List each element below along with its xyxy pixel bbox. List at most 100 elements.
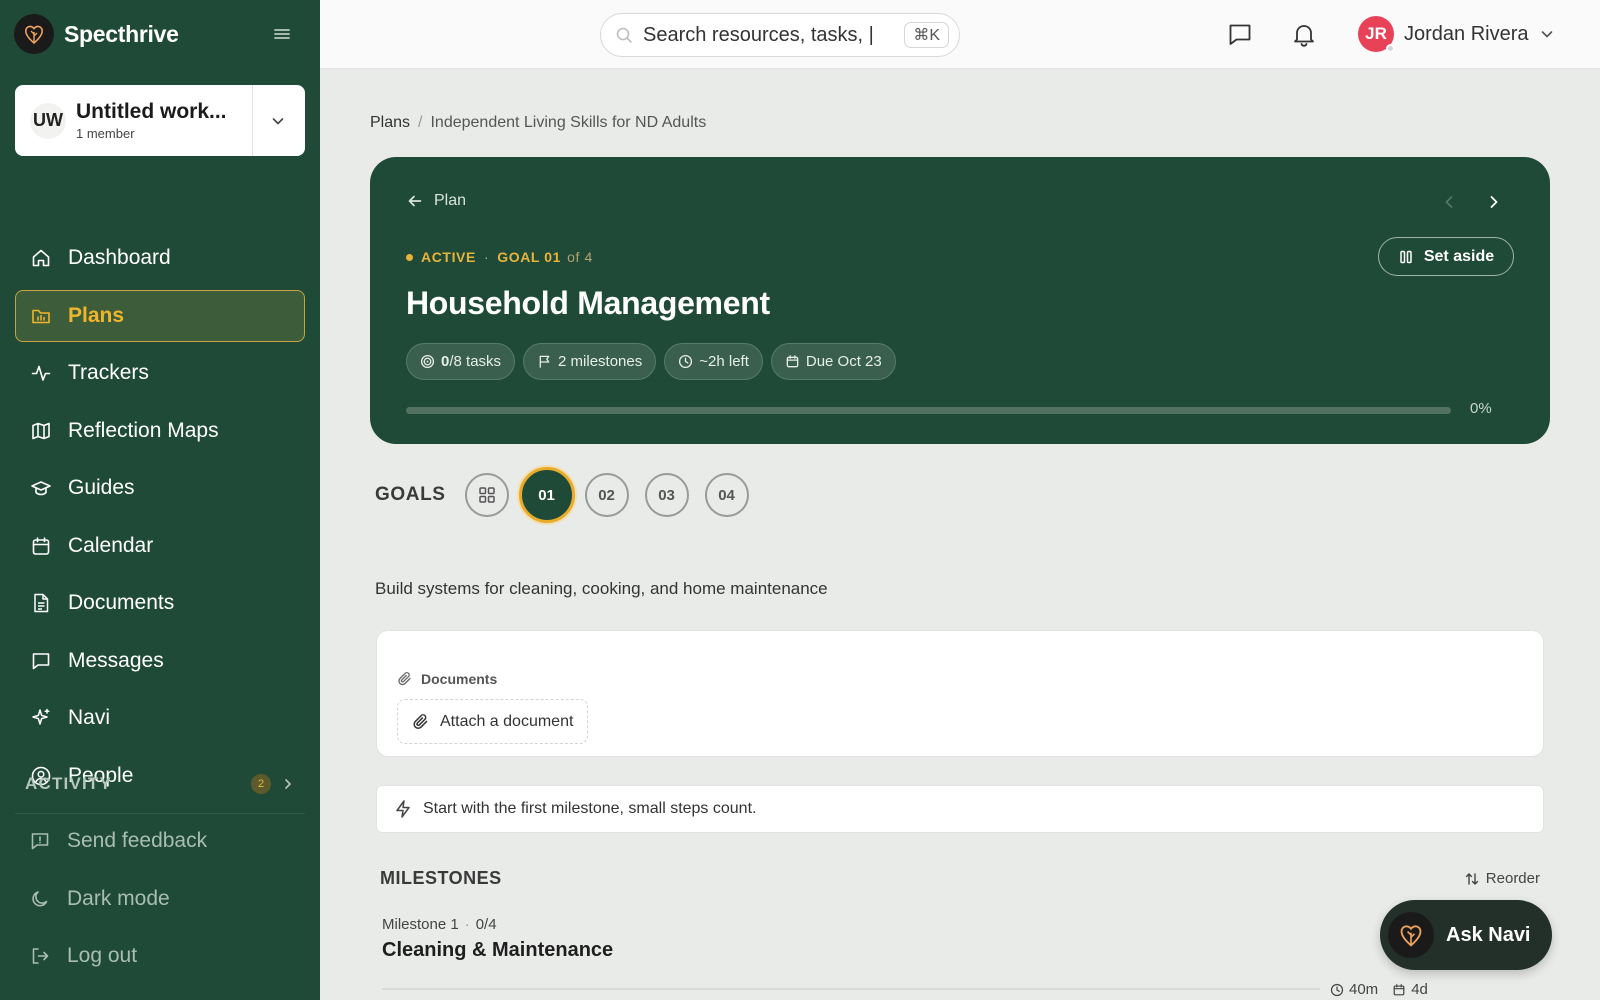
pause-icon <box>1400 250 1412 263</box>
goal-tab-02[interactable]: 02 <box>584 473 629 517</box>
attach-document-label: Attach a document <box>440 712 574 730</box>
avatar-initials: JR <box>1365 24 1387 43</box>
status-dot <box>406 253 413 261</box>
sidebar-item-navi[interactable]: Navi <box>15 692 305 744</box>
sidebar-item-guides[interactable]: Guides <box>15 462 305 514</box>
activity-section-toggle[interactable]: ACTIVITY 2 <box>25 772 295 796</box>
goal-title: Household Management <box>406 285 770 321</box>
sidebar-item-trackers[interactable]: Trackers <box>15 347 305 399</box>
sidebar-item-calendar[interactable]: Calendar <box>15 520 305 572</box>
target-icon <box>420 354 435 369</box>
documents-heading-label: Documents <box>421 671 498 687</box>
user-menu[interactable]: JR Jordan Rivera <box>1358 16 1555 53</box>
breadcrumb-current: Independent Living Skills for ND Adults <box>430 114 707 131</box>
sidebar-item-dashboard[interactable]: Dashboard <box>15 232 305 284</box>
goal-hero-card: Plan ACTIVE · GOAL 01 of 4 Set aside Hou… <box>370 157 1550 444</box>
search-icon <box>616 27 632 43</box>
milestone-meta: Milestone 1 · 0/4 <box>382 916 497 933</box>
dark-mode-toggle[interactable]: Dark mode <box>15 873 305 925</box>
dark-mode-label: Dark mode <box>67 886 170 910</box>
tasks-chip: 0/8 tasks <box>406 343 516 380</box>
goal-tab-04[interactable]: 04 <box>704 473 749 517</box>
brand[interactable]: Specthrive <box>14 14 179 54</box>
time-left: ~2h left <box>699 353 749 370</box>
presence-indicator <box>1386 44 1395 53</box>
sidebar-item-reflection-maps[interactable]: Reflection Maps <box>15 405 305 457</box>
previous-goal-button[interactable] <box>1438 191 1460 213</box>
sidebar-item-label: Messages <box>68 648 164 672</box>
goal-stats-chips: 0/8 tasks 2 milestones ~2h left Due Oct … <box>406 343 896 380</box>
messages-button[interactable] <box>1226 20 1254 48</box>
send-feedback-link[interactable]: Send feedback <box>15 815 305 867</box>
goal-total: of 4 <box>567 249 593 265</box>
sidebar-footer-links: Send feedback Dark mode Log out <box>15 815 305 988</box>
next-goal-button[interactable] <box>1483 191 1505 213</box>
calendar-icon <box>32 536 50 555</box>
goal-description: Build systems for cleaning, cooking, and… <box>375 579 828 598</box>
moon-icon <box>32 890 48 906</box>
back-to-plan-button[interactable]: Plan <box>406 192 466 210</box>
chevron-right-icon <box>1490 196 1498 208</box>
chevron-right-icon <box>285 779 291 789</box>
documents-heading: Documents <box>397 671 497 687</box>
map-icon <box>32 422 50 439</box>
breadcrumb-plans-link[interactable]: Plans <box>370 114 410 132</box>
paperclip-icon <box>398 671 411 686</box>
sidebar-item-plans[interactable]: Plans <box>15 289 305 342</box>
plans-icon <box>32 309 50 323</box>
milestone-item[interactable]: Milestone 1 · 0/4 Cleaning & Maintenance <box>382 916 1442 962</box>
milestone-days: 4d <box>1392 981 1428 998</box>
clock-icon <box>679 354 693 369</box>
set-aside-button[interactable]: Set aside <box>1378 237 1514 276</box>
workspace-avatar: UW <box>30 102 66 139</box>
reorder-label: Reorder <box>1485 870 1540 887</box>
milestones-count: 2 milestones <box>558 353 643 370</box>
calendar-icon <box>786 355 799 368</box>
breadcrumb: Plans / Independent Living Skills for ND… <box>370 114 706 132</box>
tasks-total: /8 tasks <box>449 353 502 370</box>
user-name: Jordan Rivera <box>1404 22 1529 45</box>
avatar: JR <box>1358 16 1395 53</box>
milestones-heading: MILESTONES <box>380 868 502 888</box>
milestone-stats: 40m 4d <box>1330 981 1428 998</box>
sidebar-nav: Dashboard Plans Trackers Reflection Maps… <box>15 232 305 807</box>
workspace-chevron-down-icon[interactable] <box>253 85 303 156</box>
grid-icon <box>478 487 495 503</box>
sidebar-divider <box>15 813 305 814</box>
milestones-chip: 2 milestones <box>523 343 657 380</box>
sidebar-item-label: Trackers <box>68 361 149 384</box>
sidebar-item-label: Dashboard <box>68 246 171 269</box>
notifications-button[interactable] <box>1290 20 1318 48</box>
paperclip-icon <box>413 713 428 729</box>
back-label: Plan <box>434 192 467 209</box>
topbar: ⌘K JR Jordan Rivera <box>320 0 1600 69</box>
goal-tab-03[interactable]: 03 <box>644 473 689 517</box>
chat-bubble-icon <box>1229 24 1251 45</box>
home-icon <box>32 249 50 267</box>
search-bar[interactable]: ⌘K <box>600 13 960 57</box>
attach-document-button[interactable]: Attach a document <box>397 699 589 744</box>
status-badge: ACTIVE <box>421 249 476 265</box>
milestone-progress-track <box>382 988 1320 990</box>
goals-overview-button[interactable] <box>464 473 509 517</box>
goals-navigator: GOALS 01 02 03 04 <box>375 467 765 523</box>
workspace-switcher[interactable]: UW Untitled work... 1 member <box>15 85 305 156</box>
brand-logo-icon <box>14 14 54 54</box>
log-out-link[interactable]: Log out <box>15 930 305 982</box>
calendar-icon <box>1393 983 1405 995</box>
sparkle-icon <box>32 708 50 725</box>
sidebar-item-documents[interactable]: Documents <box>15 577 305 629</box>
goal-tab-01[interactable]: 01 <box>518 467 575 523</box>
reorder-button[interactable]: Reorder <box>1464 870 1540 887</box>
sidebar-item-messages[interactable]: Messages <box>15 635 305 687</box>
tip-banner: Start with the first milestone, small st… <box>376 785 1544 833</box>
due-date: Due Oct 23 <box>805 353 882 370</box>
ask-navi-button[interactable]: Ask Navi <box>1380 900 1552 970</box>
sidebar-item-label: Guides <box>68 476 135 499</box>
search-input[interactable] <box>643 23 888 47</box>
milestone-days-value: 4d <box>1411 981 1428 998</box>
milestone-time: 40m <box>1330 981 1378 998</box>
menu-toggle-icon[interactable] <box>270 24 294 44</box>
sidebar-item-label: Documents <box>68 591 175 614</box>
flag-icon <box>539 355 550 368</box>
